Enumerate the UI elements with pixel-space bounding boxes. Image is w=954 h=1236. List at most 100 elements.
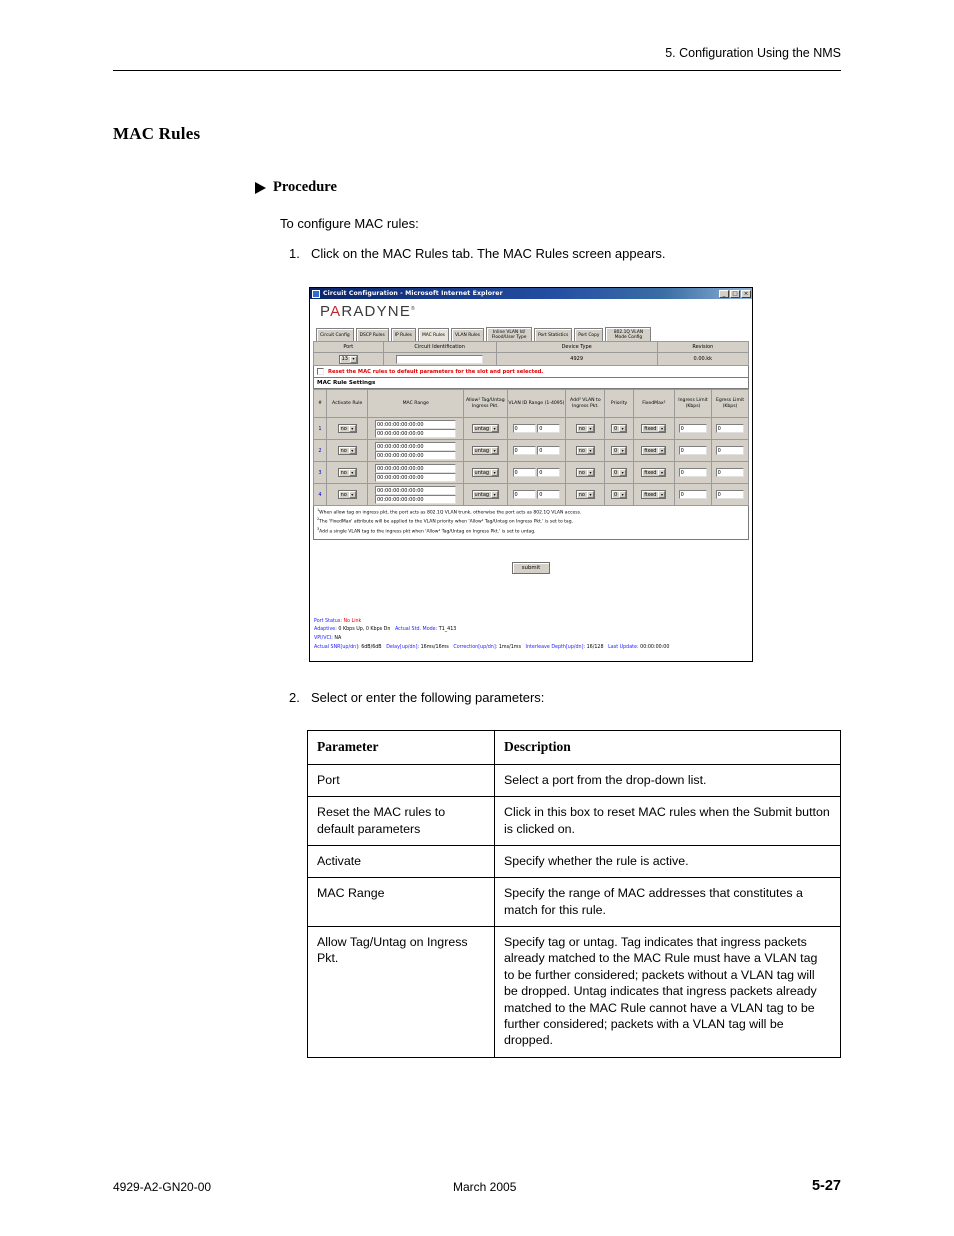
vlan-low-input[interactable]: 0 <box>512 446 536 455</box>
add-vlan-value: no <box>578 447 585 454</box>
minimize-button[interactable]: _ <box>719 289 729 298</box>
allow-value: untag <box>474 469 490 476</box>
port-select[interactable]: 13 ▾ <box>338 354 358 364</box>
parameter-description: Specify whether the rule is active. <box>494 844 841 879</box>
priority-select[interactable]: 0 ▾ <box>610 424 628 433</box>
ingress-limit-input[interactable]: 0 <box>678 424 708 433</box>
chevron-down-icon: ▾ <box>348 469 356 476</box>
activate-select[interactable]: no ▾ <box>337 490 357 499</box>
egress-limit-cell: 0 <box>710 461 750 484</box>
fixedmax-select[interactable]: fixed ▾ <box>641 468 667 477</box>
ingress-limit-cell: 0 <box>674 461 712 484</box>
table-row: 3 no ▾ 00:00:00:00:00:00 00:00:00:00:00:0… <box>312 461 750 484</box>
vlan-low-input[interactable]: 0 <box>512 468 536 477</box>
std-mode-label: Actual Std. Mode: <box>394 627 438 633</box>
logo-trademark: ® <box>411 306 416 312</box>
mac-range-cell: 00:00:00:00:00:00 00:00:00:00:00:00 <box>367 483 465 506</box>
mac-range-end-input[interactable]: 00:00:00:00:00:00 <box>374 472 457 482</box>
priority-select[interactable]: 0 ▾ <box>610 446 628 455</box>
mac-range-end-input[interactable]: 00:00:00:00:00:00 <box>374 450 457 460</box>
mac-range-end-input[interactable]: 00:00:00:00:00:00 <box>374 494 457 504</box>
chevron-down-icon: ▾ <box>348 425 356 432</box>
circuit-identification-input[interactable] <box>395 354 484 364</box>
window-controls[interactable]: _ □ × <box>719 289 751 298</box>
tab-ip-rules[interactable]: IP Rules <box>390 328 416 341</box>
add-vlan-cell: no ▾ <box>565 483 606 506</box>
priority-select[interactable]: 0 ▾ <box>610 490 628 499</box>
activate-select[interactable]: no ▾ <box>337 424 357 433</box>
vlan-high-input[interactable]: 0 <box>537 446 561 455</box>
close-button[interactable]: × <box>741 289 751 298</box>
fixedmax-value: fixed <box>644 447 657 454</box>
step-1-number: 1. <box>289 246 300 261</box>
mac-range-start-input[interactable]: 00:00:00:00:00:00 <box>374 441 457 451</box>
add-vlan-select[interactable]: no ▾ <box>575 424 595 433</box>
tab-circuit-config[interactable]: Circuit Config <box>316 328 354 341</box>
mac-range-end-input[interactable]: 00:00:00:00:00:00 <box>374 428 457 438</box>
mac-rules-table: # Activate Rule MAC Range Allow¹ Tag/Unt… <box>312 389 750 506</box>
priority-value: 0 <box>613 425 618 432</box>
paradyne-logo: PARADYNE® <box>320 303 416 320</box>
egress-limit-cell: 0 <box>710 483 750 506</box>
reset-defaults-checkbox[interactable] <box>317 368 324 375</box>
add-vlan-select[interactable]: no ▾ <box>575 490 595 499</box>
tab-vlan-rules[interactable]: VLAN Rules <box>450 328 485 341</box>
fixedmax-select[interactable]: fixed ▾ <box>641 446 667 455</box>
egress-limit-input[interactable]: 0 <box>715 490 745 499</box>
maximize-button[interactable]: □ <box>730 289 740 298</box>
egress-limit-input[interactable]: 0 <box>715 424 745 433</box>
vlan-range-cell: 0 0 <box>506 461 567 484</box>
mac-range-start-input[interactable]: 00:00:00:00:00:00 <box>374 485 457 495</box>
vlan-high-input[interactable]: 0 <box>537 490 561 499</box>
mac-range-start-input[interactable]: 00:00:00:00:00:00 <box>374 419 457 429</box>
footnote-2: 2The 'FixedMax' attribute will be applie… <box>317 517 745 526</box>
col-header-priority: Priority <box>604 389 634 418</box>
activate-select[interactable]: no ▾ <box>337 446 357 455</box>
tab-bar[interactable]: Circuit Config DSCP Rules IP Rules MAC R… <box>310 321 752 341</box>
fixedmax-select[interactable]: fixed ▾ <box>641 490 667 499</box>
tab-inline-vlan-id[interactable]: Inline VLAN Id/ Flood/User Type <box>486 326 533 341</box>
chevron-down-icon: ▾ <box>619 447 627 454</box>
vlan-high-input[interactable]: 0 <box>537 424 561 433</box>
vlan-low-input[interactable]: 0 <box>512 424 536 433</box>
add-vlan-select[interactable]: no ▾ <box>575 468 595 477</box>
step-2-text: Select or enter the following parameters… <box>311 690 545 705</box>
tab-dscp-rules[interactable]: DSCP Rules <box>355 328 389 341</box>
fixedmax-value: fixed <box>644 425 657 432</box>
ingress-limit-input[interactable]: 0 <box>678 446 708 455</box>
std-mode-value: T1_413 <box>438 627 457 633</box>
mac-range-start-input[interactable]: 00:00:00:00:00:00 <box>374 463 457 473</box>
activate-select[interactable]: no ▾ <box>337 468 357 477</box>
vlan-high-input[interactable]: 0 <box>537 468 561 477</box>
vlan-low-input[interactable]: 0 <box>512 490 536 499</box>
ingress-limit-input[interactable]: 0 <box>678 490 708 499</box>
tab-mac-rules[interactable]: MAC Rules <box>417 328 449 341</box>
priority-select[interactable]: 0 ▾ <box>610 468 628 477</box>
table-row: Allow Tag/Untag on Ingress Pkt. Specify … <box>307 926 841 1058</box>
ingress-limit-input[interactable]: 0 <box>678 468 708 477</box>
fixedmax-select[interactable]: fixed ▾ <box>641 424 667 433</box>
allow-tag-untag-select[interactable]: untag ▾ <box>471 468 500 477</box>
egress-limit-input[interactable]: 0 <box>715 468 745 477</box>
reset-defaults-row[interactable]: Reset the MAC rules to default parameter… <box>313 366 749 378</box>
tab-vlan-mode-config[interactable]: 802.1Q VLAN Mode Config <box>605 326 652 341</box>
submit-button[interactable]: submit <box>511 561 551 574</box>
allow-tag-untag-select[interactable]: untag ▾ <box>471 446 500 455</box>
allow-tag-untag-select[interactable]: untag ▾ <box>471 490 500 499</box>
tab-port-statistics[interactable]: Port Statistics <box>534 328 573 341</box>
tab-port-copy[interactable]: Port Copy <box>574 328 604 341</box>
adaptive-label: Adaptive: <box>314 627 337 633</box>
chevron-down-icon: ▾ <box>348 491 356 498</box>
add-vlan-select[interactable]: no ▾ <box>575 446 595 455</box>
priority-cell: 0 ▾ <box>604 439 634 462</box>
vlan-range-cell: 0 0 <box>506 483 567 506</box>
ingress-limit-cell: 0 <box>674 417 712 440</box>
ingress-limit-cell: 0 <box>674 483 712 506</box>
priority-cell: 0 ▾ <box>604 461 634 484</box>
egress-limit-input[interactable]: 0 <box>715 446 745 455</box>
brand-bar: PARADYNE® <box>310 299 752 321</box>
allow-tag-untag-select[interactable]: untag ▾ <box>471 424 500 433</box>
interleave-value: 16/128 <box>586 645 604 651</box>
line-stats-line: Actual SNR[up/dn]: 6dB/6dB Delay[up/dn]:… <box>314 644 669 653</box>
col-header-ingress-limit: Ingress Limit (Kbps) <box>674 389 712 418</box>
